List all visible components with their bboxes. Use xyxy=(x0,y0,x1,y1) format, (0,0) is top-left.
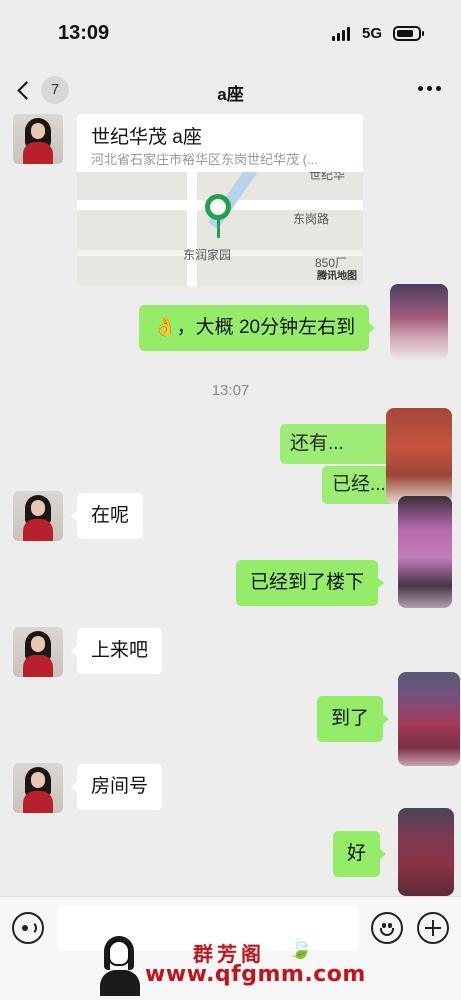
message-bubble-out[interactable]: 好 xyxy=(333,831,387,877)
voice-icon[interactable] xyxy=(12,912,44,944)
user-avatar-obscured xyxy=(398,672,460,766)
ok-hand-emoji: 👌 xyxy=(153,317,177,338)
map-pin-icon xyxy=(205,194,231,220)
map-provider-label: 腾讯地图 xyxy=(317,271,357,282)
map-label-road: 东岗路 xyxy=(293,212,330,226)
message-bubble-out[interactable]: 👌，大概 20分钟左右到 xyxy=(139,305,376,351)
location-title: 世纪华茂 a座 xyxy=(91,127,202,148)
chat-header: 7 a座 xyxy=(0,64,461,114)
status-time: 13:09 xyxy=(58,22,110,44)
more-icon[interactable] xyxy=(418,86,441,91)
message-text: 房间号 xyxy=(91,776,149,797)
message-text: ，大概 20分钟左右到 xyxy=(176,317,356,338)
map-label-estate: 东润家园 xyxy=(183,248,232,262)
leaf-icon: 🍃 xyxy=(288,938,313,960)
message-bubble-in[interactable]: 房间号 xyxy=(70,764,163,810)
user-avatar-obscured xyxy=(390,284,448,360)
plus-icon[interactable] xyxy=(417,912,449,944)
message-timestamp: 13:07 xyxy=(211,382,250,399)
contact-avatar[interactable] xyxy=(13,627,63,677)
message-bubble-in[interactable]: 上来吧 xyxy=(70,628,163,674)
status-bar: 13:09 5G xyxy=(0,0,461,64)
message-text: 好 xyxy=(347,843,367,864)
contact-avatar[interactable] xyxy=(13,491,63,541)
message-bubble-out[interactable]: 已经到了楼下 xyxy=(236,560,385,606)
user-avatar-obscured xyxy=(398,808,454,896)
network-type: 5G xyxy=(362,25,383,42)
location-message-card[interactable]: 世纪华茂 a座 河北省石家庄市裕华区东岗世纪华茂 (... 世纪华 东岗路 东润… xyxy=(77,114,363,286)
watermark-figure xyxy=(100,936,140,996)
chat-title: a座 xyxy=(217,85,244,104)
user-avatar-obscured xyxy=(398,496,452,608)
location-address: 河北省石家庄市裕华区东岗世纪华茂 (... xyxy=(91,152,318,167)
message-text: 已经... xyxy=(332,474,386,495)
watermark-url: www.qfgmm.com xyxy=(145,962,366,987)
map-preview: 世纪华 东岗路 东润家园 850厂 腾讯地图 xyxy=(77,172,363,286)
message-text: 已经到了楼下 xyxy=(250,572,365,593)
map-label-top: 世纪华 xyxy=(309,172,346,182)
contact-avatar[interactable] xyxy=(13,114,63,164)
battery-icon xyxy=(393,26,424,41)
message-text: 上来吧 xyxy=(91,640,149,661)
message-text: 在呢 xyxy=(91,505,130,526)
message-text: 还有... xyxy=(290,433,344,454)
emoji-icon[interactable] xyxy=(371,912,403,944)
message-text: 到了 xyxy=(331,708,370,729)
contact-avatar[interactable] xyxy=(13,763,63,813)
obscured-area xyxy=(386,408,452,504)
message-bubble-in[interactable]: 在呢 xyxy=(70,493,144,539)
message-bubble-out[interactable]: 到了 xyxy=(317,696,390,742)
signal-icon xyxy=(332,27,350,41)
